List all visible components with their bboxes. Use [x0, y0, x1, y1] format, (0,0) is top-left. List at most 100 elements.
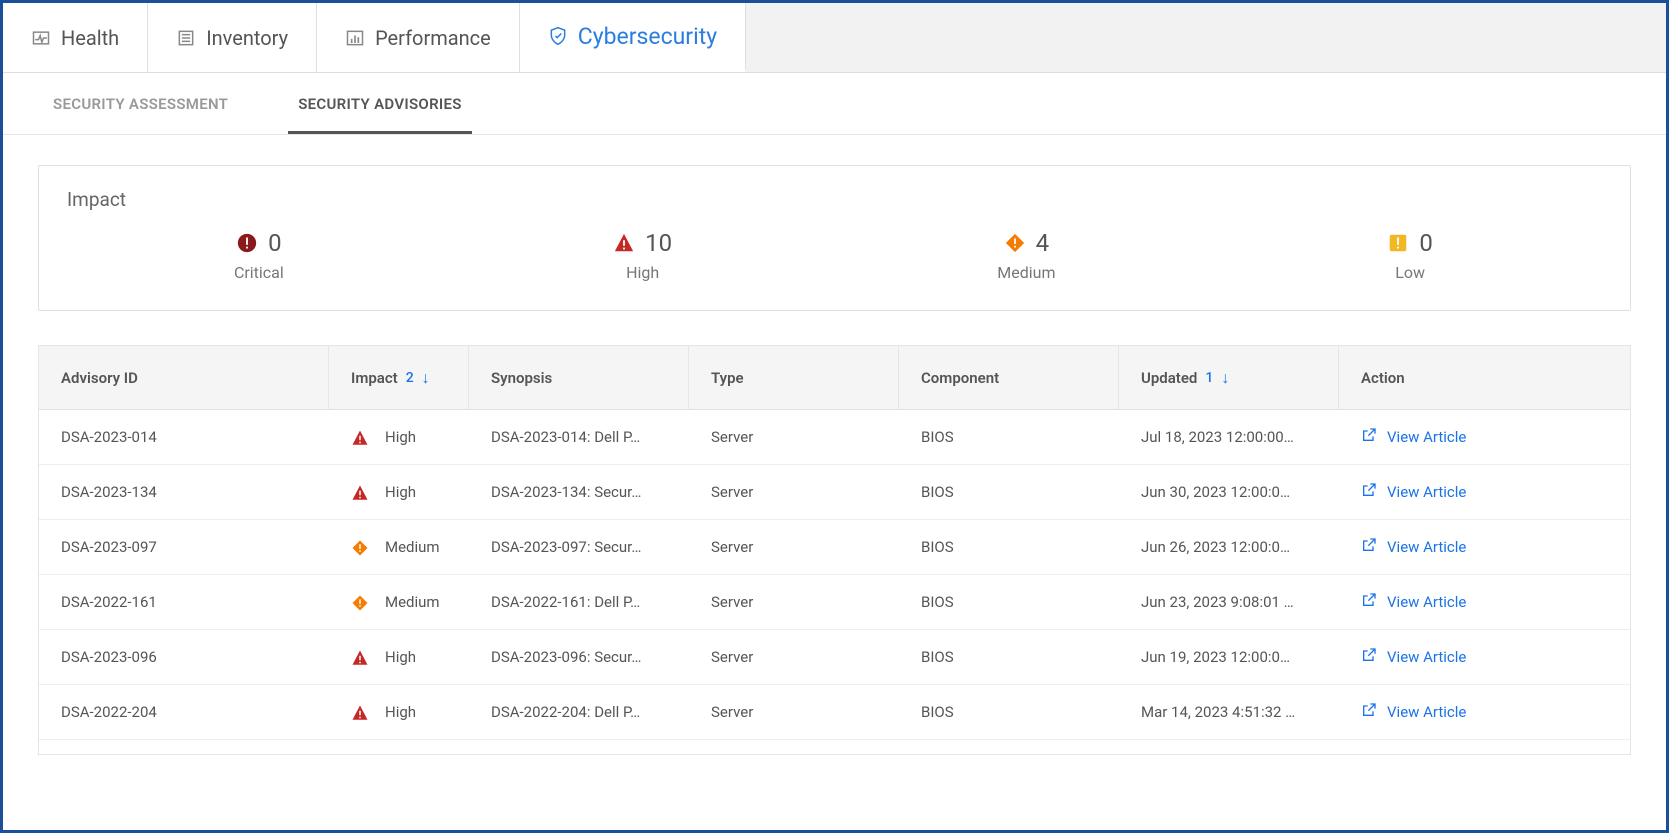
table-row[interactable]: DSA-2023-014HighDSA-2023-014: Dell P…Ser…	[39, 410, 1630, 465]
view-article-link[interactable]: View Article	[1361, 647, 1466, 667]
severity-icon	[351, 647, 377, 666]
impact-low: 0 Low	[1218, 229, 1602, 282]
view-article-link[interactable]: View Article	[1361, 592, 1466, 612]
cell-updated: Mar 14, 2023 4:51:32 …	[1119, 685, 1339, 739]
table-row[interactable]: DSA-2022-161MediumDSA-2022-161: Dell P…S…	[39, 575, 1630, 630]
cell-synopsis: DSA-2022-204: Dell P…	[469, 685, 689, 739]
cell-advisory-id: DSA-2022-204	[39, 685, 329, 739]
tab-health[interactable]: Health	[3, 3, 148, 72]
tab-performance-label: Performance	[375, 26, 491, 50]
advisories-table: Advisory ID Impact 2 ↓ Synopsis Type Com…	[38, 345, 1631, 755]
cell-component: BIOS	[899, 630, 1119, 684]
view-article-link[interactable]: View Article	[1361, 537, 1466, 557]
cell-updated: Jun 23, 2023 9:08:01 …	[1119, 575, 1339, 629]
view-article-link[interactable]: View Article	[1361, 702, 1466, 722]
performance-icon	[345, 28, 365, 48]
impact-low-value: 0	[1419, 229, 1433, 257]
cell-action: View Article	[1339, 520, 1630, 574]
tab-inventory-label: Inventory	[206, 26, 288, 50]
table-header: Advisory ID Impact 2 ↓ Synopsis Type Com…	[39, 346, 1630, 410]
tab-inventory[interactable]: Inventory	[148, 3, 317, 72]
cell-component: BIOS	[899, 520, 1119, 574]
health-icon	[31, 28, 51, 48]
cell-advisory-id: DSA-2023-134	[39, 465, 329, 519]
cell-type: Server	[689, 410, 899, 464]
sub-tabs: SECURITY ASSESSMENT SECURITY ADVISORIES	[3, 73, 1666, 135]
high-icon	[613, 232, 635, 254]
cell-updated: Jun 26, 2023 12:00:0…	[1119, 520, 1339, 574]
view-article-label: View Article	[1387, 593, 1466, 611]
table-body[interactable]: DSA-2023-014HighDSA-2023-014: Dell P…Ser…	[39, 410, 1630, 754]
medium-icon	[1004, 232, 1026, 254]
cell-impact: Medium	[329, 575, 469, 629]
impact-sort-order: 2	[406, 370, 414, 386]
cell-updated: Jun 30, 2023 12:00:0…	[1119, 465, 1339, 519]
impact-critical-label: Critical	[67, 263, 451, 282]
impact-medium: 4 Medium	[835, 229, 1219, 282]
impact-critical-value: 0	[268, 229, 282, 257]
view-article-link[interactable]: View Article	[1361, 482, 1466, 502]
view-article-link[interactable]: View Article	[1361, 427, 1466, 447]
cell-impact: High	[329, 465, 469, 519]
severity-icon	[351, 482, 377, 501]
severity-icon	[351, 592, 377, 611]
external-link-icon	[1361, 592, 1377, 612]
cell-component: BIOS	[899, 685, 1119, 739]
external-link-icon	[1361, 702, 1377, 722]
tab-performance[interactable]: Performance	[317, 3, 520, 72]
table-row[interactable]: DSA-2023-134HighDSA-2023-134: Secur…Serv…	[39, 465, 1630, 520]
severity-icon	[351, 702, 377, 721]
tab-health-label: Health	[61, 26, 119, 50]
cell-advisory-id: DSA-2023-096	[39, 630, 329, 684]
table-row[interactable]: DSA-2022-204 High DSA-2022-204: Dell P…Ser…	[39, 685, 1630, 740]
cell-advisory-id: DSA-2022-161	[39, 575, 329, 629]
subtab-security-advisories[interactable]: SECURITY ADVISORIES	[288, 73, 472, 134]
impact-low-label: Low	[1218, 263, 1602, 282]
impact-medium-label: Medium	[835, 263, 1219, 282]
cell-advisory-id: DSA-2023-014	[39, 410, 329, 464]
col-advisory-id[interactable]: Advisory ID	[39, 346, 329, 409]
col-component[interactable]: Component	[899, 346, 1119, 409]
cell-component: BIOS	[899, 575, 1119, 629]
impact-text: Medium	[385, 593, 440, 611]
cell-type: Server	[689, 630, 899, 684]
table-row[interactable]: DSA-2023-097MediumDSA-2023-097: Secur…Se…	[39, 520, 1630, 575]
subtab-security-assessment[interactable]: SECURITY ASSESSMENT	[43, 73, 238, 134]
cell-synopsis: DSA-2023-097: Secur…	[469, 520, 689, 574]
cell-action: View Article	[1339, 630, 1630, 684]
shield-icon	[548, 26, 568, 46]
inventory-icon	[176, 28, 196, 48]
impact-high: 10 High	[451, 229, 835, 282]
severity-icon	[351, 537, 377, 556]
cell-synopsis: DSA-2022-161: Dell P…	[469, 575, 689, 629]
impact-text: High	[385, 703, 416, 721]
top-nav-tabs: Health Inventory Performance Cybersecuri…	[3, 3, 1666, 73]
impact-summary-card: Impact 0 Critical 10 High	[38, 165, 1631, 311]
col-synopsis[interactable]: Synopsis	[469, 346, 689, 409]
col-updated[interactable]: Updated 1 ↓	[1119, 346, 1339, 409]
cell-action: View Article	[1339, 465, 1630, 519]
col-action[interactable]: Action	[1339, 346, 1630, 409]
external-link-icon	[1361, 537, 1377, 557]
tab-cybersecurity[interactable]: Cybersecurity	[520, 3, 746, 72]
col-impact[interactable]: Impact 2 ↓	[329, 346, 469, 409]
view-article-label: View Article	[1387, 538, 1466, 556]
cell-type: Server	[689, 685, 899, 739]
sort-arrow-down-icon: ↓	[1221, 368, 1229, 388]
external-link-icon	[1361, 647, 1377, 667]
impact-medium-value: 4	[1036, 229, 1050, 257]
tab-cybersecurity-label: Cybersecurity	[578, 23, 717, 50]
cell-action: View Article	[1339, 410, 1630, 464]
table-row[interactable]: DSA-2023-096HighDSA-2023-096: Secur…Serv…	[39, 630, 1630, 685]
cell-component: BIOS	[899, 410, 1119, 464]
cell-impact: High	[329, 685, 469, 739]
view-article-label: View Article	[1387, 428, 1466, 446]
col-type[interactable]: Type	[689, 346, 899, 409]
cell-impact: High	[329, 410, 469, 464]
table-row[interactable]	[39, 740, 1630, 754]
cell-updated: Jun 19, 2023 12:00:0…	[1119, 630, 1339, 684]
cell-updated: Jul 18, 2023 12:00:00…	[1119, 410, 1339, 464]
view-article-label: View Article	[1387, 703, 1466, 721]
impact-high-value: 10	[645, 229, 672, 257]
external-link-icon	[1361, 482, 1377, 502]
